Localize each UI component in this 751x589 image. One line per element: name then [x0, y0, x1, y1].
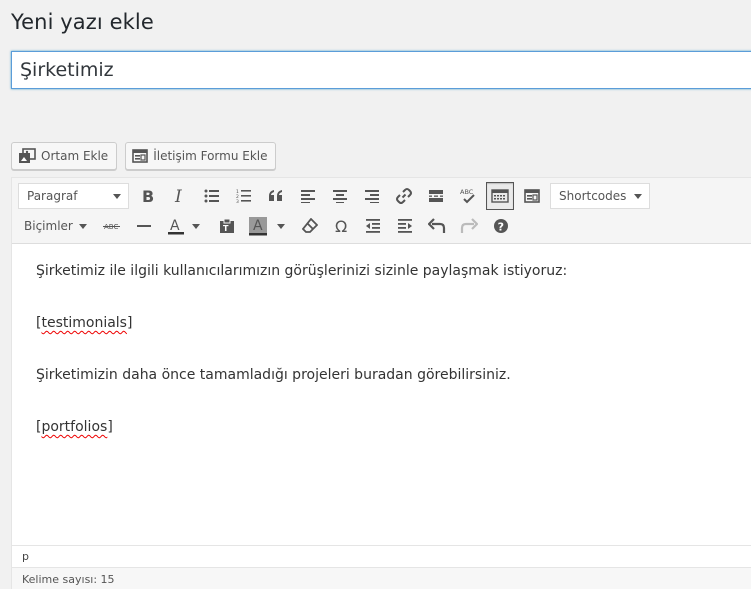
outdent-icon: [366, 219, 380, 233]
help-icon: ?: [494, 219, 508, 234]
form-icon: [132, 149, 149, 163]
spellcheck-icon: ABC: [460, 188, 475, 204]
element-path[interactable]: p: [12, 545, 751, 567]
chevron-down-icon: [78, 223, 87, 229]
numbered-list-icon: 1 2 3: [236, 189, 251, 203]
chevron-down-icon: [277, 223, 285, 229]
numbered-list-button[interactable]: 1 2 3: [230, 182, 258, 210]
strikethrough-button[interactable]: ABC: [98, 212, 126, 240]
link-button[interactable]: [390, 182, 418, 210]
chevron-down-icon: [113, 194, 121, 199]
formats-menu[interactable]: Biçimler: [24, 212, 87, 240]
help-button[interactable]: ?: [487, 212, 515, 240]
media-buttons: Ortam Ekle İletişim Formu Ekle: [11, 142, 277, 170]
chevron-down-icon: [192, 223, 200, 229]
svg-text:A: A: [170, 218, 180, 234]
editor-content[interactable]: Şirketimiz ile ilgili kullanıcılarımızın…: [12, 244, 751, 544]
undo-button[interactable]: [423, 212, 451, 240]
editor: Paragraf B I 1 2 3 ABC Shortcodes Biçiml…: [11, 177, 751, 589]
svg-text:I: I: [174, 188, 182, 204]
align-center-button[interactable]: [326, 182, 354, 210]
undo-icon: [428, 218, 446, 233]
add-media-button[interactable]: Ortam Ekle: [11, 142, 118, 170]
svg-text:T: T: [223, 224, 229, 233]
italic-icon: I: [174, 188, 182, 204]
svg-text:?: ?: [498, 221, 504, 234]
content-paragraph: [portfolios]: [36, 419, 113, 435]
word-count-label: Kelime sayısı: 15: [22, 573, 115, 586]
read-more-button[interactable]: [422, 182, 450, 210]
blockquote-button[interactable]: [262, 182, 290, 210]
indent-icon: [398, 219, 412, 233]
form-icon: [524, 189, 540, 203]
read-more-icon: [429, 190, 443, 202]
content-paragraph: Şirketimizin daha önce tamamladığı proje…: [36, 367, 511, 383]
special-character-button[interactable]: Ω: [328, 212, 356, 240]
blockquote-icon: [269, 190, 282, 201]
align-left-icon: [301, 190, 315, 203]
indent-button[interactable]: [391, 212, 419, 240]
bullet-list-icon: [204, 189, 219, 203]
add-contact-form-button[interactable]: İletişim Formu Ekle: [125, 142, 277, 170]
align-right-button[interactable]: [358, 182, 386, 210]
path-element[interactable]: p: [22, 550, 29, 563]
bold-button[interactable]: B: [134, 182, 162, 210]
background-color-button[interactable]: A: [244, 212, 272, 240]
special-character-icon: Ω: [335, 218, 347, 234]
align-right-icon: [365, 190, 379, 203]
svg-text:ABC: ABC: [460, 188, 474, 196]
background-color-dropdown[interactable]: [273, 212, 289, 240]
shortcodes-select[interactable]: Shortcodes: [550, 183, 650, 209]
content-paragraph: [testimonials]: [36, 315, 133, 331]
clear-formatting-button[interactable]: [296, 212, 324, 240]
text-color-dropdown[interactable]: [188, 212, 204, 240]
horizontal-line-icon: [137, 225, 151, 227]
align-left-button[interactable]: [294, 182, 322, 210]
paste-text-icon: T: [220, 218, 234, 233]
shortcode-testimonials: testimonials: [41, 315, 127, 331]
contact-form-toolbar-button[interactable]: [518, 182, 546, 210]
page-title: Yeni yazı ekle: [11, 10, 154, 34]
word-count: Kelime sayısı: 15: [12, 567, 751, 589]
content-paragraph: Şirketimiz ile ilgili kullanıcılarımızın…: [36, 263, 568, 279]
text-color-button[interactable]: A: [162, 212, 190, 240]
media-icon: [19, 148, 36, 163]
toolbar-toggle-icon: [491, 189, 509, 203]
bold-icon: B: [142, 188, 154, 204]
svg-text:3: 3: [236, 199, 239, 203]
svg-text:A: A: [253, 218, 263, 234]
editor-toolbar: Paragraf B I 1 2 3 ABC Shortcodes Biçiml…: [12, 178, 751, 244]
toolbar-toggle-button[interactable]: [486, 182, 514, 210]
text-color-icon: A: [168, 218, 184, 235]
svg-text:Ω: Ω: [335, 218, 347, 234]
svg-text:B: B: [142, 188, 154, 204]
chevron-down-icon: [634, 194, 642, 199]
redo-icon: [460, 218, 478, 233]
background-color-icon: A: [249, 217, 267, 236]
spellcheck-button[interactable]: ABC: [454, 182, 482, 210]
shortcode-portfolios: portfolios: [41, 419, 108, 435]
paste-text-button[interactable]: T: [213, 212, 241, 240]
align-center-icon: [333, 190, 347, 203]
clear-formatting-icon: [302, 218, 318, 233]
add-media-label: Ortam Ekle: [41, 149, 109, 163]
italic-button[interactable]: I: [166, 182, 194, 210]
formats-menu-label: Biçimler: [24, 219, 73, 233]
outdent-button[interactable]: [359, 212, 387, 240]
format-select[interactable]: Paragraf: [18, 183, 129, 209]
horizontal-line-button[interactable]: [130, 212, 158, 240]
strikethrough-icon: ABC: [103, 223, 120, 231]
redo-button[interactable]: [455, 212, 483, 240]
add-contact-form-label: İletişim Formu Ekle: [153, 149, 268, 163]
bullet-list-button[interactable]: [198, 182, 226, 210]
format-select-value: Paragraf: [27, 189, 78, 203]
shortcodes-select-value: Shortcodes: [559, 189, 627, 203]
link-icon: [396, 188, 412, 204]
post-title-input[interactable]: [11, 51, 751, 89]
